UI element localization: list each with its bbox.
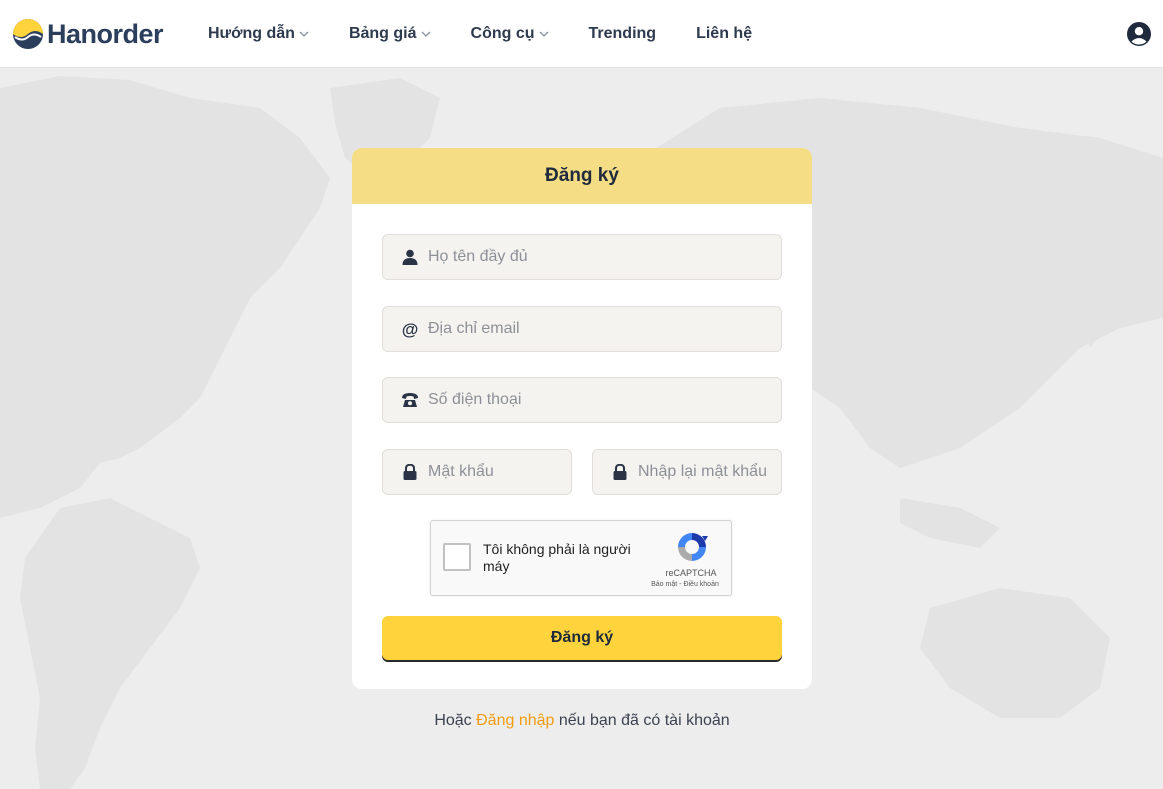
phone-field — [382, 377, 782, 423]
logo-mark-icon — [13, 19, 43, 49]
nav-item-cong-cu[interactable]: Công cụ — [471, 25, 549, 43]
password-confirm-input[interactable] — [638, 463, 781, 481]
recaptcha-brand: reCAPTCHA — [665, 568, 717, 578]
register-title: Đăng ký — [545, 165, 619, 186]
brand-name: Hanorder — [47, 18, 164, 49]
main-nav: Hướng dẫn Bảng giá Công cụ Trending Liên… — [208, 0, 792, 68]
user-circle-icon[interactable] — [1127, 22, 1151, 46]
email-field: @ — [382, 306, 782, 352]
register-card: Đăng ký @ Tôi khôn — [352, 148, 812, 689]
login-prompt-suffix: nếu bạn đã có tài khoản — [554, 712, 730, 729]
password-input[interactable] — [428, 463, 571, 481]
nav-item-label: Liên hệ — [696, 25, 753, 42]
password-confirm-field — [592, 449, 782, 495]
lock-icon — [401, 463, 419, 481]
nav-item-label: Công cụ — [470, 25, 535, 42]
login-prompt: Hoặc Đăng nhập nếu bạn đã có tài khoản — [352, 712, 812, 730]
nav-item-huong-dan[interactable]: Hướng dẫn — [208, 25, 309, 43]
nav-item-trending[interactable]: Trending — [589, 25, 657, 43]
login-prompt-prefix: Hoặc — [434, 712, 477, 729]
nav-item-bang-gia[interactable]: Bảng giá — [349, 25, 431, 43]
nav-item-label: Bảng giá — [348, 25, 417, 42]
recaptcha-widget: Tôi không phải là người máy reCAPTCHA Bả… — [430, 520, 732, 596]
nav-item-lien-he[interactable]: Liên hệ — [696, 25, 752, 43]
email-input[interactable] — [428, 320, 781, 338]
recaptcha-checkbox[interactable] — [443, 543, 471, 571]
chevron-down-icon — [421, 31, 430, 37]
phone-input[interactable] — [428, 391, 781, 409]
user-icon — [401, 248, 419, 266]
recaptcha-label: Tôi không phải là người máy — [483, 541, 631, 574]
login-link[interactable]: Đăng nhập — [476, 712, 554, 729]
site-header: Hanorder Hướng dẫn Bảng giá Công cụ Tren… — [0, 0, 1163, 68]
password-field — [382, 449, 572, 495]
register-submit-button[interactable]: Đăng ký — [382, 616, 782, 660]
fullname-input[interactable] — [428, 248, 781, 266]
chevron-down-icon — [299, 31, 309, 37]
chevron-down-icon — [539, 31, 548, 37]
brand-logo[interactable]: Hanorder — [12, 16, 164, 52]
register-card-header: Đăng ký — [352, 148, 812, 204]
nav-item-label: Trending — [588, 25, 657, 42]
fullname-field — [382, 234, 782, 280]
recaptcha-logo-icon — [678, 533, 708, 561]
recaptcha-privacy-link[interactable]: Bảo mật — [651, 581, 677, 588]
recaptcha-links: Bảo mật - Điều khoản — [637, 581, 733, 588]
phone-icon — [401, 391, 419, 409]
nav-item-label: Hướng dẫn — [208, 25, 295, 42]
recaptcha-terms-link[interactable]: Điều khoản — [683, 581, 718, 588]
lock-icon — [611, 463, 629, 481]
at-icon: @ — [401, 319, 419, 339]
